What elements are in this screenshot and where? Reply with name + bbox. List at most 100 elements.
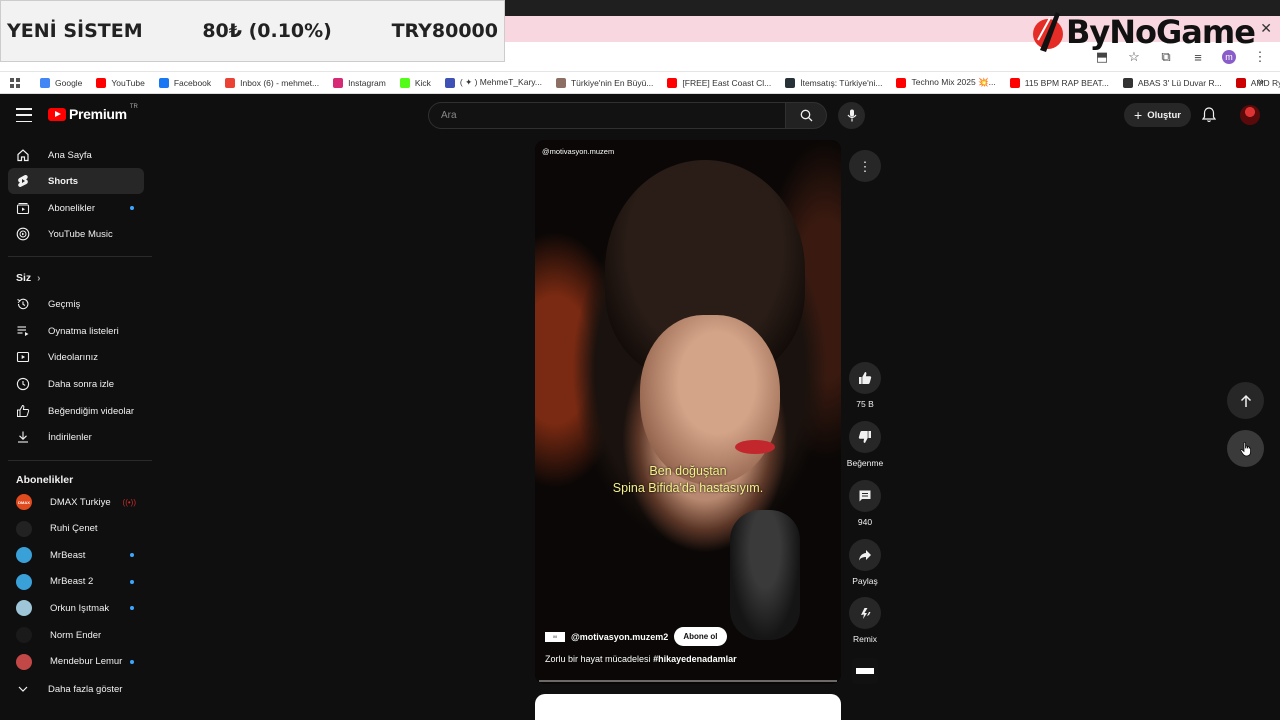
bookmark-label: Techno Mix 2025 💥... — [911, 77, 996, 87]
youtube-header: Premium TR + Oluştur — [0, 96, 1280, 136]
previous-short-button[interactable] — [1227, 382, 1264, 419]
account-avatar[interactable] — [1240, 105, 1260, 125]
home-icon — [16, 148, 30, 162]
window-close-icon[interactable]: ✕ — [1260, 20, 1272, 37]
more-vert-icon: ⋮ — [858, 158, 872, 174]
menu-icon[interactable] — [16, 108, 32, 122]
channel-avatar[interactable]: M — [545, 631, 565, 642]
new-content-dot — [130, 579, 134, 584]
search-box — [428, 102, 786, 129]
subscribe-button[interactable]: Abone ol — [674, 627, 727, 646]
bookmark-item[interactable]: Facebook — [158, 77, 211, 88]
sidebar-item-liked-videos[interactable]: Beğendiğim videolar — [8, 398, 144, 424]
sidebar-item-history[interactable]: Geçmiş — [8, 291, 144, 317]
remix-button[interactable] — [849, 597, 881, 629]
search-button[interactable] — [786, 102, 827, 129]
short-video-player[interactable]: @motivasyon.muzem Ben doğuştan Spina Bif… — [535, 140, 841, 684]
bookmark-item[interactable]: Kick — [399, 77, 431, 88]
sidebar-item-youtube-music[interactable]: YouTube Music — [8, 221, 144, 247]
next-short-button[interactable] — [1227, 430, 1264, 467]
bookmark-label: Kick — [414, 77, 431, 88]
channel-avatar: DMAX — [16, 494, 32, 510]
sidebar-item-watch-later[interactable]: Daha sonra izle — [8, 371, 144, 397]
bookmark-item[interactable]: Türkiye'nin En Büyü... — [555, 77, 654, 88]
bynogame-mark-icon — [1030, 10, 1066, 54]
sidebar-subscription-item[interactable]: MrBeast 2 — [8, 569, 144, 595]
share-button[interactable] — [849, 539, 881, 571]
sidebar-subscription-item[interactable]: Norm Ender — [8, 622, 144, 648]
bookmark-label: YouTube — [111, 77, 145, 88]
subtitle-line-1: Ben doğuştan — [649, 464, 727, 478]
sidebar-item-shorts[interactable]: Shorts — [8, 168, 144, 194]
next-short-preview[interactable] — [535, 694, 841, 720]
comments-button[interactable] — [849, 480, 881, 512]
sidebar-you-heading[interactable]: Siz › — [16, 272, 41, 284]
bookmarks-overflow-icon[interactable]: » — [1258, 76, 1264, 88]
bookmark-item[interactable]: İtemsatış: Türkiye'ni... — [785, 77, 882, 88]
dislike-label: Beğenme — [846, 458, 884, 468]
show-more-label: Daha fazla göster — [48, 683, 123, 695]
channel-name[interactable]: @motivasyon.muzem2 — [571, 632, 668, 642]
chevron-down-icon — [16, 682, 30, 696]
bookmarks-bar: Google YouTube Facebook Inbox (6) - mehmet.… — [0, 72, 1280, 94]
sidebar-item-subscriptions[interactable]: Abonelikler — [8, 195, 144, 221]
sidebar-item-home[interactable]: Ana Sayfa — [8, 142, 144, 168]
video-hashtag[interactable]: #hikayedenadamlar — [653, 654, 737, 664]
sidebar-item-downloads[interactable]: İndirilenler — [8, 424, 144, 450]
download-icon — [16, 430, 30, 444]
sidebar-item-label: Daha sonra izle — [48, 378, 115, 390]
video-progress-bar[interactable] — [539, 680, 837, 682]
sound-thumbnail[interactable] — [852, 658, 878, 684]
sidebar-item-your-videos[interactable]: Videolarınız — [8, 344, 144, 370]
music-icon — [16, 227, 30, 241]
live-icon: ((•)) — [122, 498, 136, 507]
youtube-premium-logo[interactable]: Premium TR — [48, 104, 138, 122]
video-frame-lips — [735, 440, 775, 454]
bynogame-logo: ByNoGame — [1030, 10, 1256, 54]
subscriptions-icon — [16, 201, 30, 215]
sidebar-item-label: Beğendiğim videolar — [48, 405, 135, 417]
sidebar-item-playlists[interactable]: Oynatma listeleri — [8, 318, 144, 344]
bookmark-item[interactable]: Instagram — [333, 77, 386, 88]
notifications-button[interactable] — [1201, 107, 1217, 128]
channel-avatar — [16, 547, 32, 564]
chevron-right-icon: › — [37, 272, 41, 284]
channel-avatar — [16, 600, 32, 617]
new-content-dot — [130, 206, 134, 210]
bookmark-item[interactable]: ( ✦ ) MehmeT_Kary... — [444, 77, 542, 88]
sidebar-subscription-item[interactable]: Mendebur Lemur — [8, 649, 144, 675]
create-button[interactable]: + Oluştur — [1124, 103, 1191, 127]
channel-avatar — [16, 573, 32, 590]
bookmark-favicon-icon — [158, 77, 169, 88]
video-frame-microphone — [730, 510, 800, 640]
share-label: Paylaş — [852, 576, 878, 586]
sidebar-subscription-item[interactable]: DMAX DMAX Turkiye ((•)) — [8, 489, 144, 515]
bookmark-item[interactable]: YouTube — [96, 77, 145, 88]
like-count: 75 B — [856, 399, 874, 409]
bookmark-item[interactable]: Techno Mix 2025 💥... — [896, 77, 996, 88]
sidebar-subscription-item[interactable]: MrBeast — [8, 542, 144, 568]
microphone-icon — [847, 109, 856, 122]
like-button[interactable] — [849, 362, 881, 394]
sidebar-subscription-item[interactable]: Ruhi Çenet — [8, 516, 144, 542]
bookmark-favicon-icon — [333, 77, 344, 88]
bookmark-item[interactable]: [FREE] East Coast Cl... — [667, 77, 771, 88]
bookmark-item[interactable]: ABAS 3' Lü Duvar R... — [1122, 77, 1222, 88]
bookmark-item[interactable]: Inbox (6) - mehmet... — [225, 77, 319, 88]
sidebar-show-more[interactable]: Daha fazla göster — [8, 676, 144, 702]
sidebar-subscription-item[interactable]: Orkun Işıtmak — [8, 595, 144, 621]
apps-grid-icon[interactable] — [10, 77, 20, 88]
channel-avatar — [16, 653, 32, 670]
dislike-button[interactable] — [849, 421, 881, 453]
bookmark-label: Türkiye'nin En Büyü... — [570, 77, 654, 88]
more-options-button[interactable]: ⋮ — [849, 150, 881, 182]
search-input[interactable] — [441, 110, 785, 121]
sidebar-divider — [8, 460, 152, 461]
logo-country: TR — [129, 104, 138, 110]
bookmark-item[interactable]: 115 BPM RAP BEAT... — [1009, 77, 1109, 88]
voice-search-button[interactable] — [838, 102, 865, 129]
bookmark-label: ABAS 3' Lü Duvar R... — [1137, 77, 1222, 88]
thumbs-up-icon — [859, 372, 872, 384]
bookmark-item[interactable]: Google — [40, 77, 82, 88]
new-content-dot — [130, 659, 134, 664]
